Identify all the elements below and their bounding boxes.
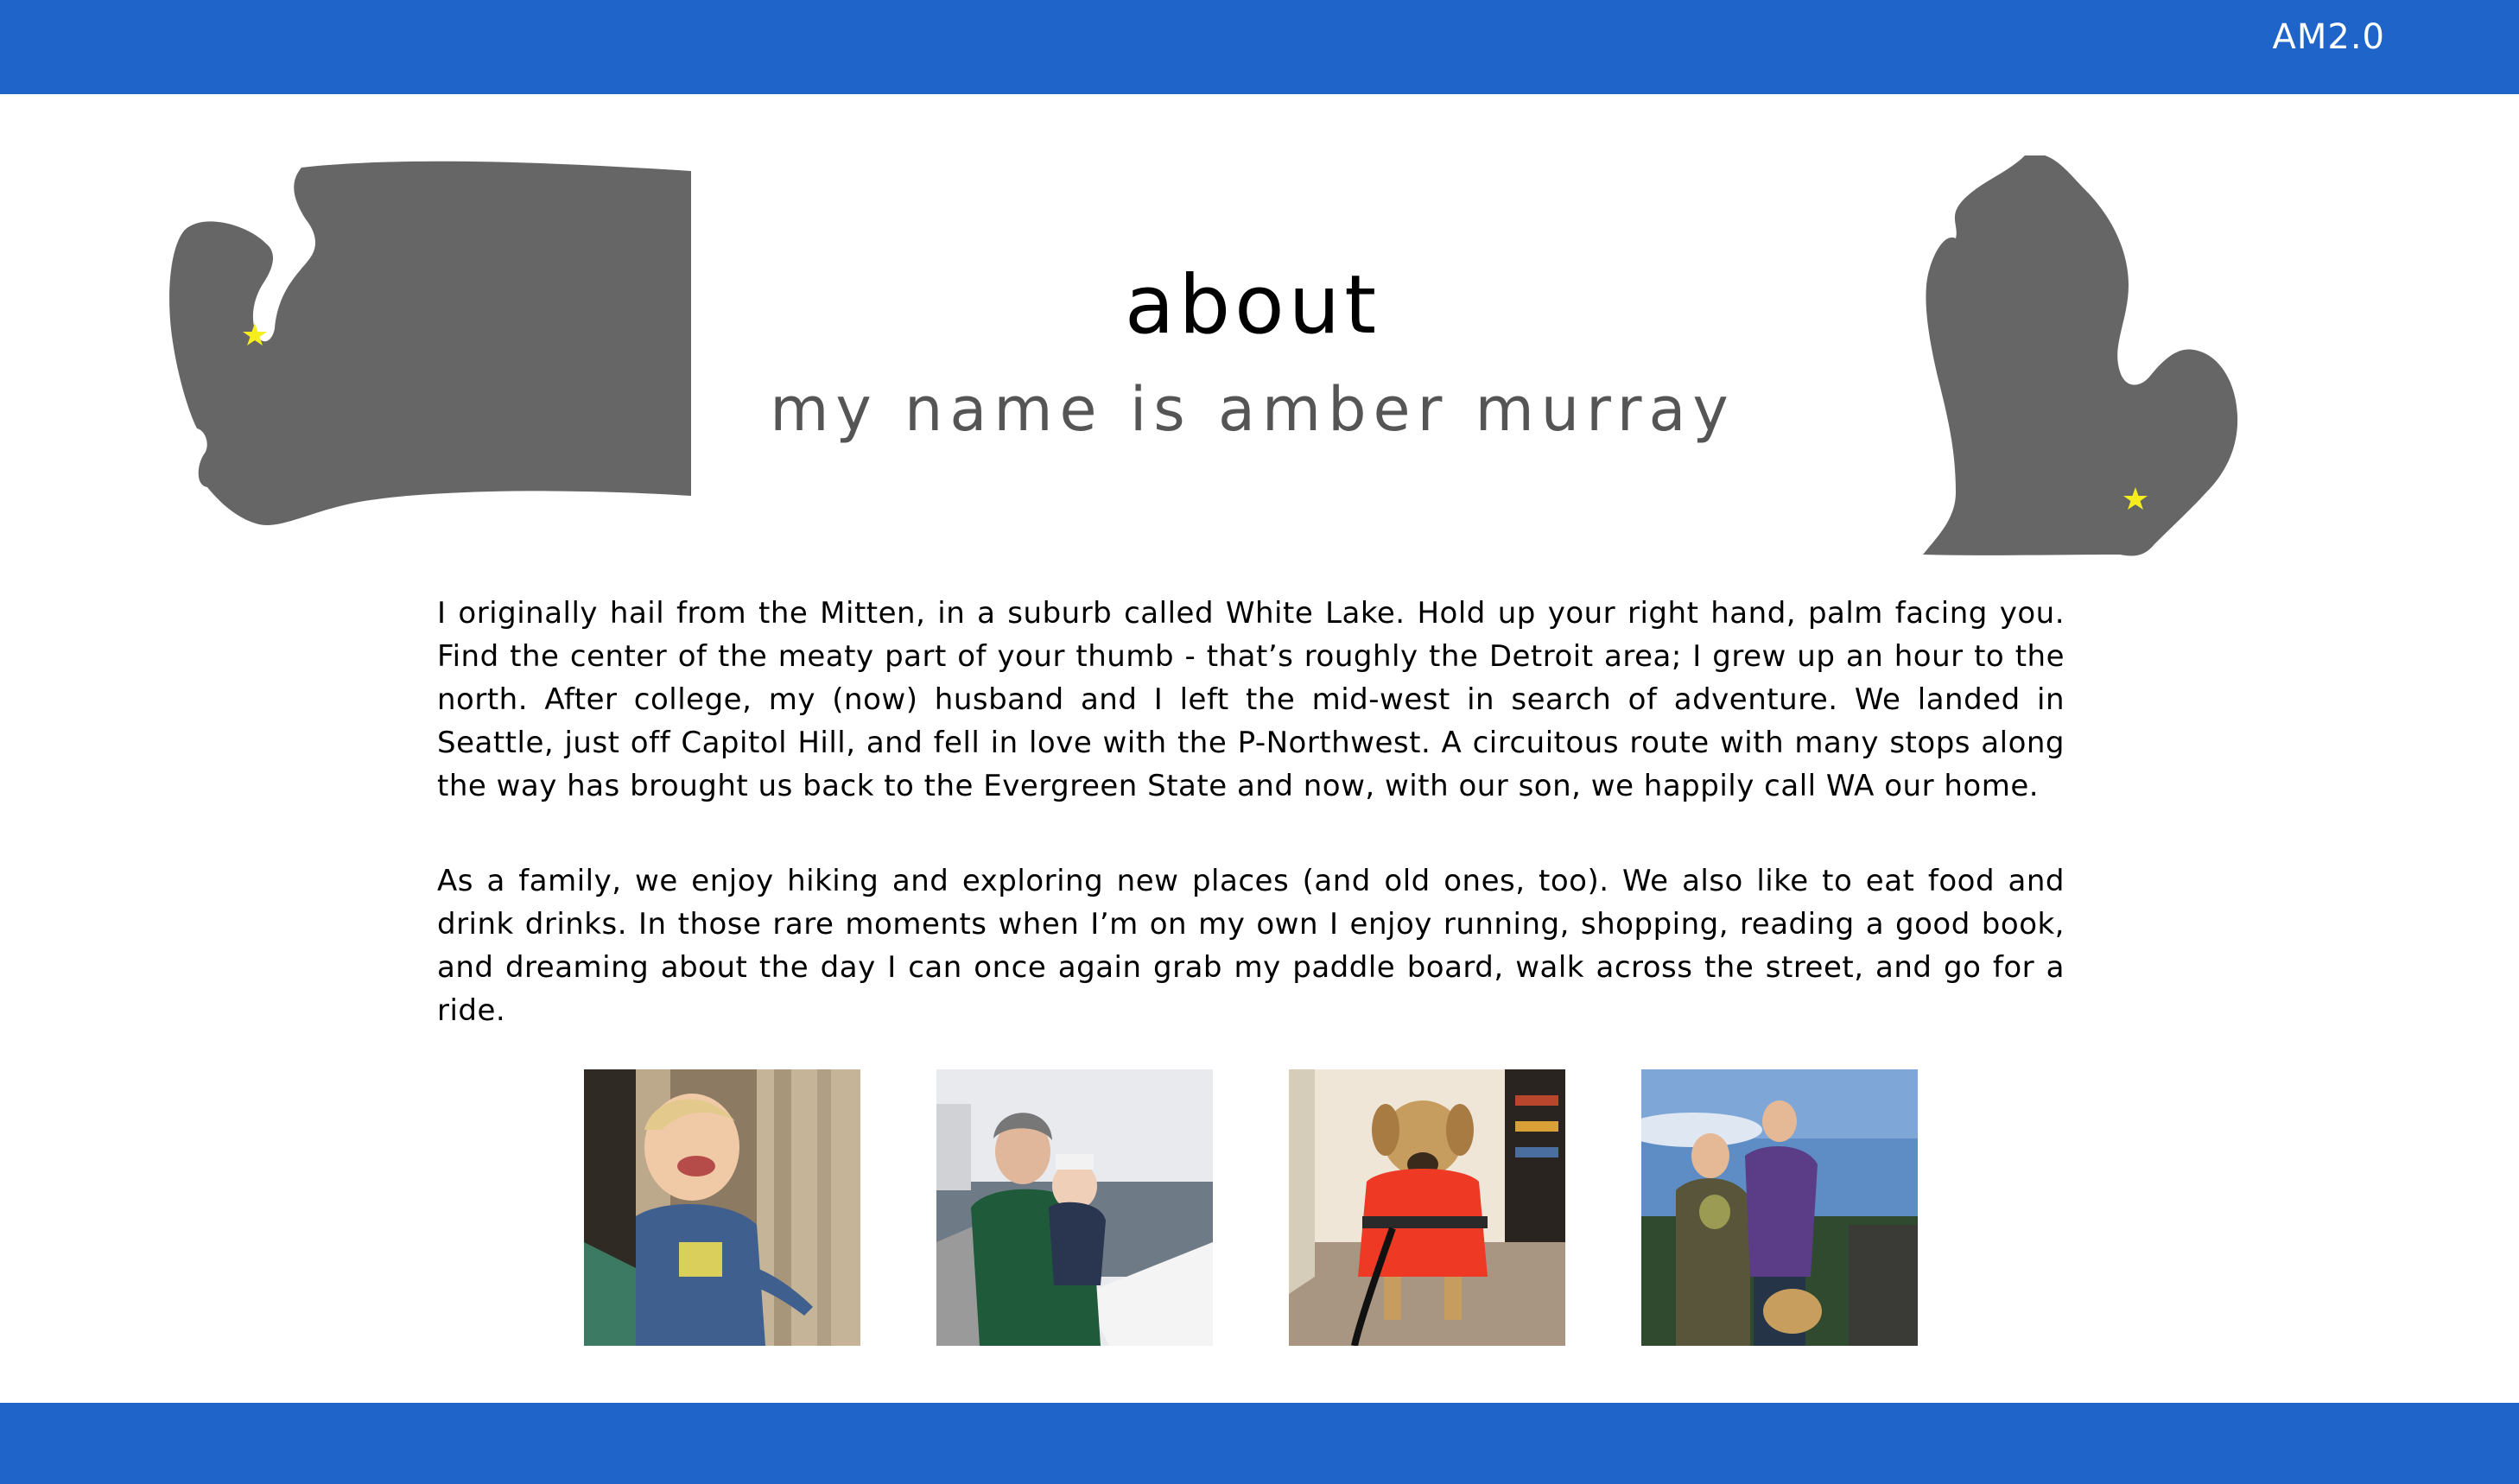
washington-state-map-icon xyxy=(169,161,691,526)
about-header: about my name is amber murray xyxy=(691,258,1814,446)
top-nav-bar: AM2.0 xyxy=(0,0,2519,94)
page-subtitle: my name is amber murray xyxy=(770,374,1735,446)
about-paragraph-family: As a family, we enjoy hiking and explori… xyxy=(437,864,2065,1028)
page-title: about xyxy=(1124,258,1381,352)
michigan-state-map-icon xyxy=(1923,155,2238,556)
brand-link[interactable]: AM2.0 xyxy=(2273,17,2386,57)
photo-gallery xyxy=(584,1069,1918,1346)
photo-dad-and-baby-ferry xyxy=(936,1069,1213,1346)
about-paragraph-origin: I originally hail from the Mitten, in a … xyxy=(437,596,2065,803)
photo-family-hike xyxy=(1641,1069,1918,1346)
photo-toddler xyxy=(584,1069,860,1346)
photo-dog-life-vest xyxy=(1289,1069,1565,1346)
footer-bar xyxy=(0,1403,2519,1484)
about-content: I originally hail from the Mitten, in a … xyxy=(437,592,2065,1032)
